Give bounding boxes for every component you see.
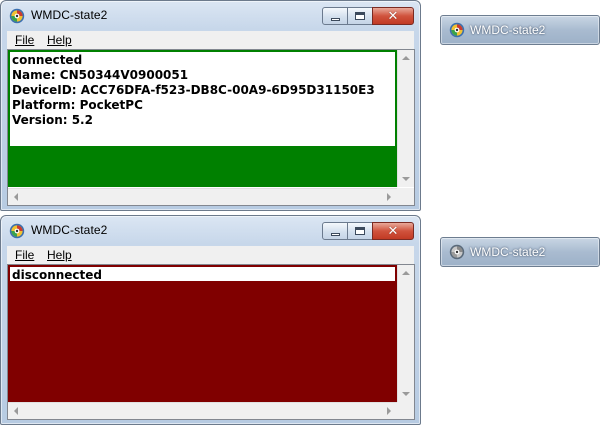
status-line-state: disconnected: [12, 268, 103, 282]
menu-bar: File Help: [7, 246, 414, 264]
status-text-box[interactable]: disconnected: [8, 265, 397, 282]
title-bar[interactable]: WMDC-state2 ✕: [1, 216, 420, 246]
status-line-version: Version: 5.2: [12, 113, 93, 127]
size-grip[interactable]: [397, 402, 414, 419]
maximize-button[interactable]: [347, 7, 373, 25]
minimize-icon: [330, 17, 340, 21]
status-line-deviceid: DeviceID: ACC76DFA-f523-DB8C-00A9-6D95D3…: [12, 83, 375, 97]
status-color-panel: [8, 265, 397, 402]
close-button[interactable]: ✕: [372, 7, 414, 25]
scroll-up-arrow-icon[interactable]: [402, 271, 410, 275]
vertical-scrollbar[interactable]: [397, 265, 414, 402]
menu-help-label: Help: [47, 248, 72, 262]
wmdc-app-icon: [449, 22, 465, 38]
wmdc-app-icon: [449, 244, 465, 260]
window-title: WMDC-state2: [31, 8, 108, 22]
size-grip[interactable]: [397, 188, 414, 205]
scroll-right-arrow-icon[interactable]: [387, 407, 391, 415]
horizontal-scrollbar[interactable]: [8, 188, 397, 205]
wmdc-app-icon: [9, 223, 25, 239]
menu-help[interactable]: Help: [47, 248, 72, 262]
scroll-down-arrow-icon[interactable]: [402, 177, 410, 181]
menu-file-label: File: [15, 33, 35, 47]
horizontal-scrollbar[interactable]: [8, 402, 397, 419]
wmdc-app-icon: [9, 8, 25, 24]
title-bar[interactable]: WMDC-state2 ✕: [1, 1, 420, 31]
status-client-area: connected Name: CN50344V0900051 DeviceID…: [7, 49, 415, 206]
maximize-icon: [355, 12, 365, 20]
menu-help[interactable]: Help: [47, 33, 72, 47]
scroll-down-arrow-icon[interactable]: [402, 392, 410, 396]
maximize-button[interactable]: [347, 222, 373, 240]
minimize-button[interactable]: [322, 222, 348, 240]
menu-file[interactable]: File: [15, 248, 34, 262]
menu-file-label: File: [15, 248, 35, 262]
vertical-scrollbar[interactable]: [397, 50, 414, 187]
minimize-icon: [330, 232, 340, 236]
status-client-area: disconnected: [7, 264, 415, 420]
close-button[interactable]: ✕: [372, 222, 414, 240]
caption-buttons: ✕: [322, 7, 414, 27]
caption-buttons: ✕: [322, 222, 414, 242]
minimize-button[interactable]: [322, 7, 348, 25]
menu-bar: File Help: [7, 31, 414, 49]
wmdc-window-connected: WMDC-state2 ✕ File Help connected Name: …: [0, 0, 421, 211]
taskbar-button-label: WMDC-state2: [470, 23, 546, 37]
status-line-state: connected: [12, 53, 83, 67]
menu-file[interactable]: File: [15, 33, 34, 47]
scroll-left-arrow-icon[interactable]: [14, 193, 18, 201]
scroll-right-arrow-icon[interactable]: [387, 193, 391, 201]
close-icon: ✕: [387, 223, 399, 239]
taskbar-button-label: WMDC-state2: [470, 245, 546, 259]
status-line-name: Name: CN50344V0900051: [12, 68, 189, 82]
window-title: WMDC-state2: [31, 223, 108, 237]
taskbar-button-wmdc[interactable]: WMDC-state2: [440, 15, 600, 45]
scroll-up-arrow-icon[interactable]: [402, 56, 410, 60]
status-line-platform: Platform: PocketPC: [12, 98, 143, 112]
close-icon: ✕: [387, 8, 399, 24]
taskbar-button-wmdc[interactable]: WMDC-state2: [440, 237, 600, 267]
menu-help-label: Help: [47, 33, 72, 47]
wmdc-window-disconnected: WMDC-state2 ✕ File Help disconnected: [0, 215, 421, 425]
maximize-icon: [355, 227, 365, 235]
scroll-left-arrow-icon[interactable]: [14, 407, 18, 415]
status-text-box[interactable]: connected Name: CN50344V0900051 DeviceID…: [8, 50, 397, 146]
